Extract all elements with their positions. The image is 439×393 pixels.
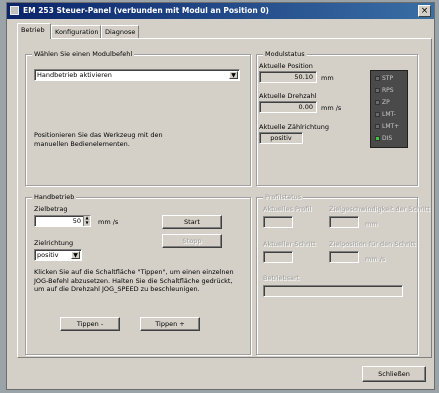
close-icon[interactable]: × [418,5,431,17]
app-icon [10,6,19,15]
target-speed-unit: mm /s [98,218,119,226]
module-status-label: Modulstatus [263,50,307,58]
status-led-panel: STP RPS ZP LMT- LMT+ DIS [370,70,408,148]
led-lmt-minus: LMT- [375,111,396,120]
mode-field [263,285,403,297]
direction-label: Aktuelle Zählrichtung [259,123,330,131]
led-zp: ZP [375,99,390,108]
speed-unit: mm /s [321,104,342,112]
target-direction-value: positiv [37,251,59,259]
target-speed-step-field [329,216,359,228]
target-speed-label: Zielbetrag [34,205,68,213]
led-rps: RPS [375,87,394,96]
module-status-group: Modulstatus Aktuelle Position 50.10 mm A… [256,50,418,186]
command-help-text: Positionieren Sie das Werkzeug mit den m… [34,131,163,148]
led-lmt-plus: LMT+ [375,123,399,132]
tab-diagnose[interactable]: Diagnose [101,25,139,38]
step-target-field [329,251,359,263]
control-panel-window: EM 253 Steuer-Panel (verbunden mit Modul… [6,2,435,390]
target-speed-step-unit: mm [365,220,378,228]
position-unit: mm [321,74,334,82]
jog-plus-button[interactable]: Tippen + [140,317,200,331]
step-target-label: Zielposition für den Schritt [329,240,416,248]
current-step-field [263,251,293,263]
chevron-down-icon[interactable]: ▼ [229,71,238,79]
led-indicator-icon [375,76,380,81]
target-speed-input[interactable]: 50 ▲ ▼ [34,215,91,227]
direction-field: positiv [259,132,303,144]
led-indicator-icon [375,100,380,105]
current-profile-field [263,216,293,228]
spinner-icon[interactable]: ▲ ▼ [83,215,90,226]
target-direction-label: Zielrichtung [34,239,74,247]
start-button[interactable]: Start [162,215,222,229]
command-group: Wählen Sie einen Modulbefehl Handbetrieb… [25,50,251,186]
chevron-down-icon[interactable]: ▼ [71,251,80,259]
led-indicator-icon [375,124,380,129]
position-field: 50.10 [259,71,317,83]
command-select-value: Handbetrieb aktivieren [37,71,112,79]
tab-panel-betrieb: Wählen Sie einen Modulbefehl Handbetrieb… [17,38,432,358]
manual-group-label: Handbetrieb [32,193,77,201]
mode-label: Betriebsart [263,274,300,282]
window-title: EM 253 Steuer-Panel (verbunden mit Modul… [23,6,269,15]
led-stp: STP [375,75,393,84]
jog-minus-button[interactable]: Tippen - [60,317,120,331]
speed-field: 0.00 [259,101,317,113]
led-indicator-icon [375,112,380,117]
speed-label: Aktuelle Drehzahl [259,92,317,100]
current-profile-label: Aktuelles Profil [263,205,312,213]
tab-konfiguration[interactable]: Konfiguration [51,25,101,38]
target-speed-step-label: Zielgeschwindigkeit der Schritt [329,205,430,213]
target-speed-value: 50 [72,217,81,225]
manual-help-text: Klicken Sie auf die Schaltfläche "Tippen… [34,268,234,293]
current-step-label: Aktueller Schritt [263,240,316,248]
title-bar: EM 253 Steuer-Panel (verbunden mit Modul… [7,3,434,19]
manual-group: Handbetrieb Zielbetrag 50 ▲ ▼ mm /s Start… [25,193,251,355]
led-dis: DIS [375,135,392,144]
profile-status-group: Profilstatus Aktuelles Profil Zielgeschw… [256,193,430,355]
profile-status-label: Profilstatus [263,193,304,201]
stop-button[interactable]: Stopp [162,234,222,248]
led-indicator-icon [375,136,380,141]
command-select[interactable]: Handbetrieb aktivieren ▼ [34,69,240,81]
close-button[interactable]: Schließen [362,366,426,382]
target-direction-select[interactable]: positiv ▼ [34,249,82,261]
led-indicator-icon [375,88,380,93]
step-target-unit: mm /s [365,255,386,263]
tab-betrieb[interactable]: Betrieb [17,23,51,39]
position-label: Aktuelle Position [259,62,313,70]
command-group-label: Wählen Sie einen Modulbefehl [32,50,135,58]
